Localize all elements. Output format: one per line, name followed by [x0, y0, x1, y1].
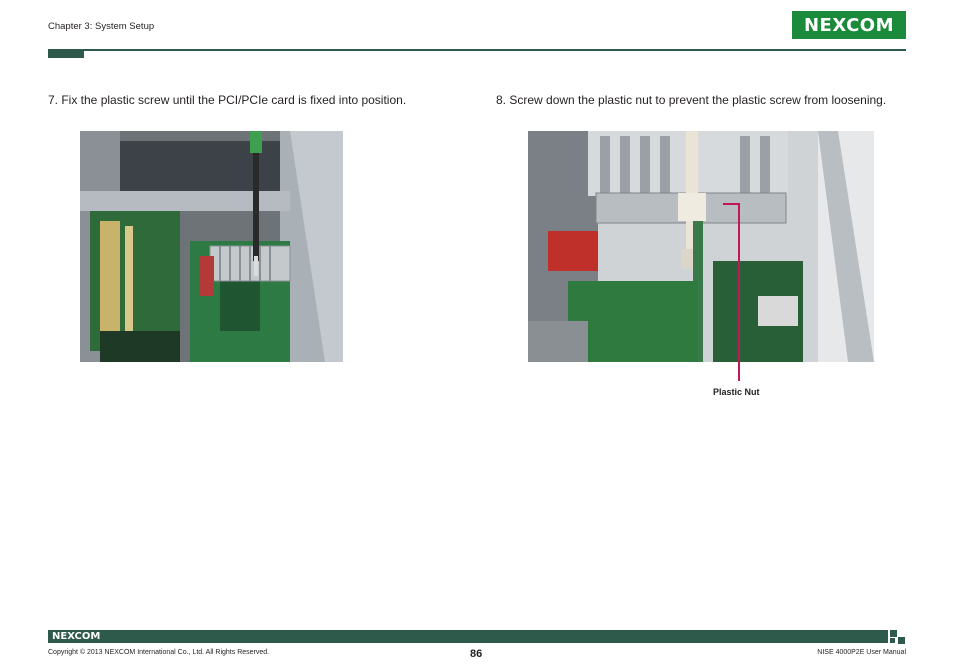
header-rule-block	[48, 49, 84, 58]
step-8-text: 8. Screw down the plastic nut to prevent…	[496, 93, 887, 107]
step-7-text: 7. Fix the plastic screw until the PCI/P…	[48, 93, 407, 107]
footer-logo-text: NEXCOM	[52, 631, 101, 642]
callout-label-plastic-nut: Plastic Nut	[713, 387, 760, 397]
header-rule	[48, 49, 906, 51]
nexcom-logo: NEXCOM	[792, 11, 906, 39]
manual-name: NISE 4000P2E User Manual	[817, 649, 906, 656]
photo-plastic-nut	[528, 131, 874, 362]
footer-bar	[48, 630, 888, 643]
photo-plastic-screw	[80, 131, 343, 362]
footer-square-small	[898, 637, 905, 644]
page-number: 86	[470, 648, 483, 660]
footer-square-large	[890, 630, 897, 637]
footer-square-mini	[890, 638, 895, 643]
copyright-text: Copyright © 2013 NEXCOM International Co…	[48, 649, 270, 656]
chapter-title: Chapter 3: System Setup	[48, 21, 155, 32]
footer-nexcom-logo: NEXCOM	[52, 630, 100, 643]
logo-text: NEXCOM	[803, 14, 895, 36]
callout-line-vertical	[738, 203, 740, 381]
